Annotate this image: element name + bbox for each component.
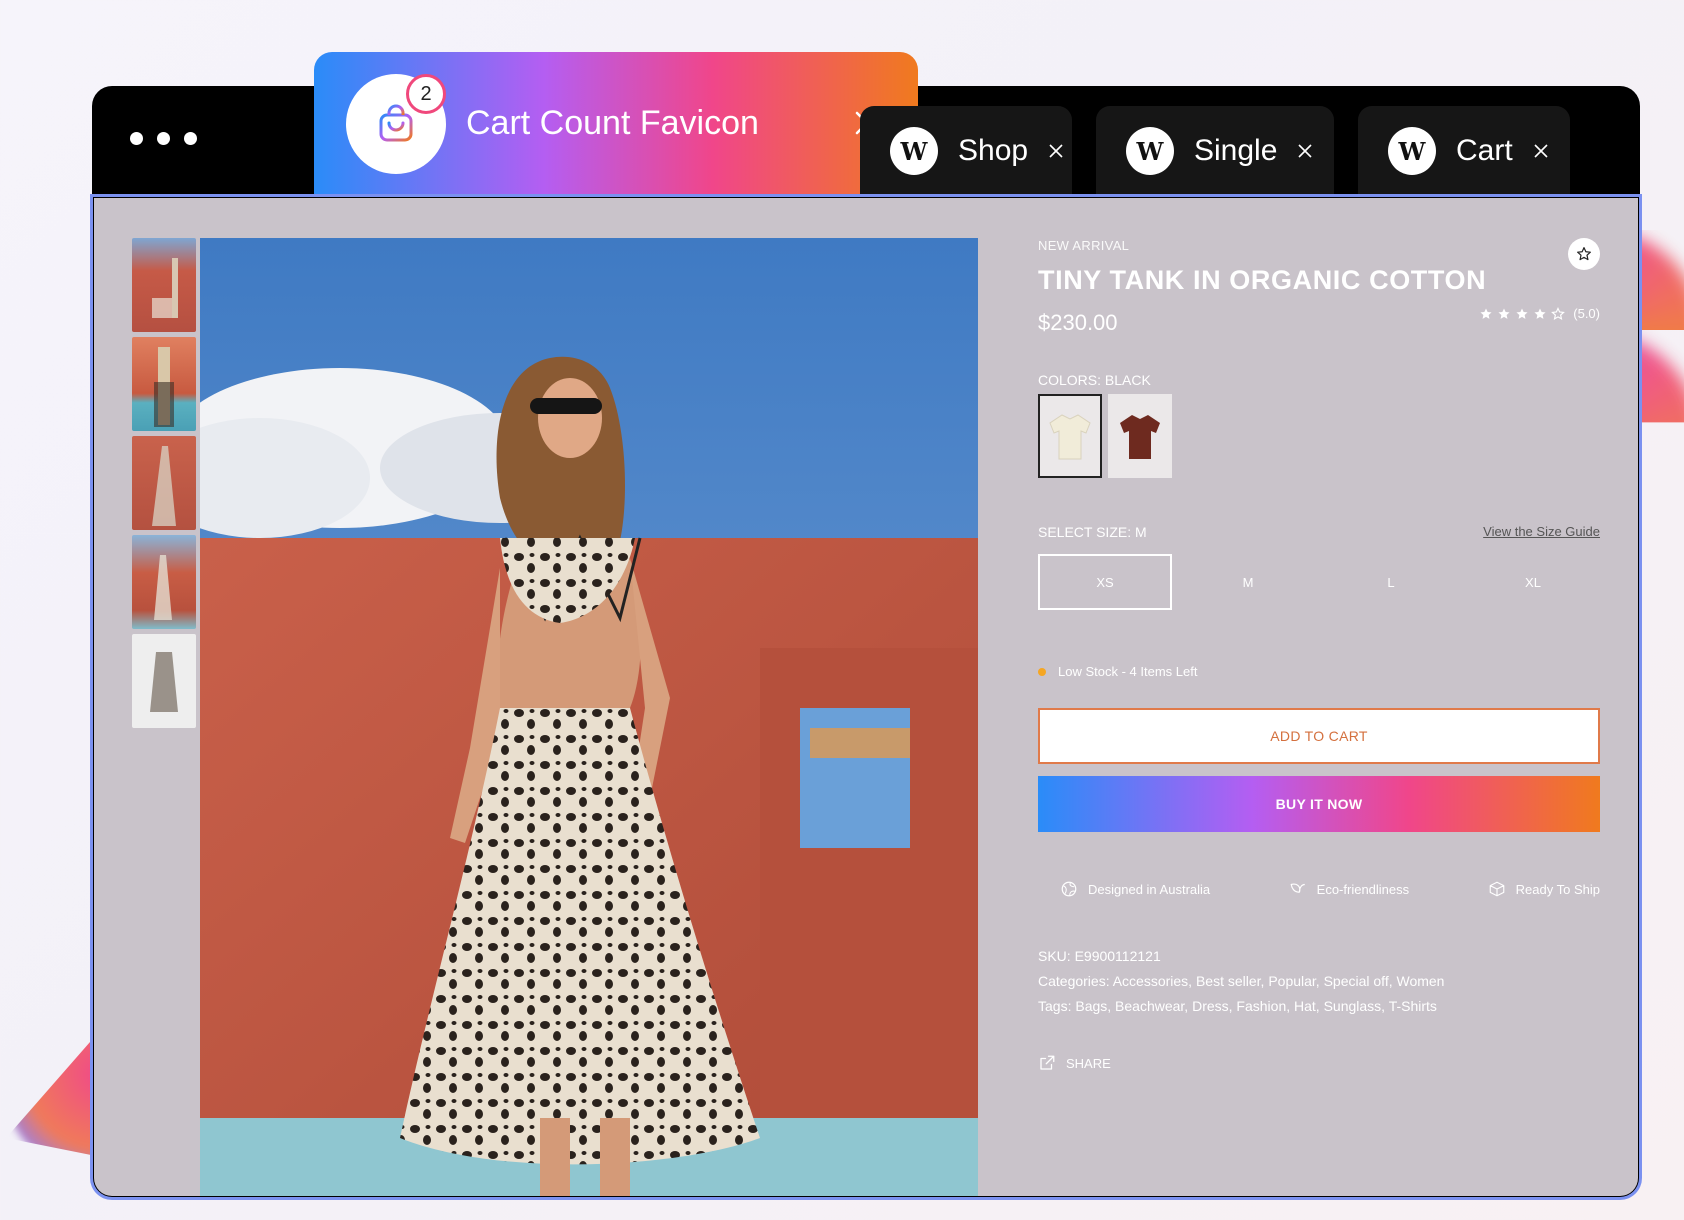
box-icon <box>1489 881 1504 897</box>
product-sku: SKU: E9900112121 <box>1038 948 1161 964</box>
rating-text: (5.0) <box>1573 306 1600 321</box>
share-button[interactable]: SHARE <box>1038 1054 1111 1072</box>
star-icon <box>1534 307 1546 319</box>
stock-status: Low Stock - 4 Items Left <box>1038 664 1197 679</box>
tab-cart[interactable]: W Cart <box>1358 106 1570 196</box>
product-categories[interactable]: Categories: Accessories, Best seller, Po… <box>1038 969 1444 994</box>
tab-bar: 2 Cart Count Favicon W Shop W Single W C… <box>92 52 1640 196</box>
close-icon[interactable] <box>1048 143 1064 159</box>
polo-shirt-icon <box>1120 415 1160 459</box>
wordpress-logo-icon: W <box>1126 127 1174 175</box>
globe-icon <box>1061 881 1077 897</box>
star-icon <box>1480 307 1492 319</box>
thumbnail-gallery <box>132 238 196 733</box>
size-selector: XS M L XL <box>1038 554 1600 610</box>
product-rating: (5.0) <box>1479 306 1600 321</box>
size-guide-link[interactable]: View the Size Guide <box>1483 524 1600 539</box>
gallery-thumbnail[interactable] <box>132 337 196 431</box>
gallery-thumbnail[interactable] <box>132 535 196 629</box>
star-icon <box>1516 307 1528 319</box>
tab-cart-count-favicon[interactable]: 2 Cart Count Favicon <box>314 52 918 196</box>
product-title: TINY TANK IN ORGANIC COTTON <box>1038 265 1487 295</box>
active-tab-title: Cart Count Favicon <box>466 104 759 142</box>
buy-now-button[interactable]: BUY IT NOW <box>1038 776 1600 832</box>
wishlist-button[interactable] <box>1568 238 1600 270</box>
product-meta: SKU: E9900112121 Categories: Accessories… <box>1038 944 1444 1019</box>
stock-dot-icon <box>1038 667 1046 676</box>
close-icon[interactable] <box>1297 143 1313 159</box>
feature-item: Designed in Australia <box>1060 880 1210 898</box>
colors-label: COLORS: BLACK <box>1038 372 1151 388</box>
feature-item: Ready To Ship <box>1488 880 1600 898</box>
shopping-bag-icon <box>379 104 413 142</box>
cart-count-badge: 2 <box>406 74 446 114</box>
product-features: Designed in Australia Eco-friendliness R… <box>1060 880 1600 898</box>
window-menu-dots[interactable] <box>130 132 197 145</box>
product-page: NEW ARRIVAL TINY TANK IN ORGANIC COTTON … <box>92 196 1640 1198</box>
product-info: NEW ARRIVAL TINY TANK IN ORGANIC COTTON … <box>1038 238 1600 1071</box>
tab-shop[interactable]: W Shop <box>860 106 1072 196</box>
add-to-cart-button[interactable]: ADD TO CART <box>1038 708 1600 764</box>
close-icon[interactable] <box>1533 143 1549 159</box>
size-label: SELECT SIZE: M <box>1038 524 1147 540</box>
product-tags[interactable]: Tags: Bags, Beachwear, Dress, Fashion, H… <box>1038 994 1444 1019</box>
size-option[interactable]: L <box>1324 554 1458 610</box>
star-outline-icon <box>1577 247 1591 261</box>
tab-label: Shop <box>958 134 1029 167</box>
browser-window: 2 Cart Count Favicon W Shop W Single W C… <box>92 52 1640 1198</box>
color-swatch-cream[interactable] <box>1038 394 1102 478</box>
leaf-icon <box>1290 883 1305 893</box>
share-icon <box>1040 1055 1055 1070</box>
wordpress-logo-icon: W <box>890 127 938 175</box>
feature-item: Eco-friendliness <box>1289 880 1409 898</box>
gallery-thumbnail[interactable] <box>132 436 196 530</box>
tab-label: Cart <box>1456 134 1513 167</box>
gallery-thumbnail[interactable] <box>132 238 196 332</box>
stock-text: Low Stock - 4 Items Left <box>1058 664 1198 679</box>
tab-label: Single <box>1194 134 1278 167</box>
tab-single[interactable]: W Single <box>1096 106 1334 196</box>
gallery-thumbnail[interactable] <box>132 634 196 728</box>
wordpress-logo-icon: W <box>1388 127 1436 175</box>
color-swatch-brown[interactable] <box>1108 394 1172 478</box>
size-option[interactable]: XL <box>1466 554 1600 610</box>
star-half-icon <box>1551 306 1566 320</box>
polo-shirt-icon <box>1049 414 1091 460</box>
size-option[interactable]: M <box>1181 554 1315 610</box>
main-product-image[interactable] <box>200 238 978 1196</box>
size-option[interactable]: XS <box>1038 554 1172 610</box>
star-icon <box>1498 307 1510 319</box>
product-eyebrow: NEW ARRIVAL <box>1038 238 1130 253</box>
